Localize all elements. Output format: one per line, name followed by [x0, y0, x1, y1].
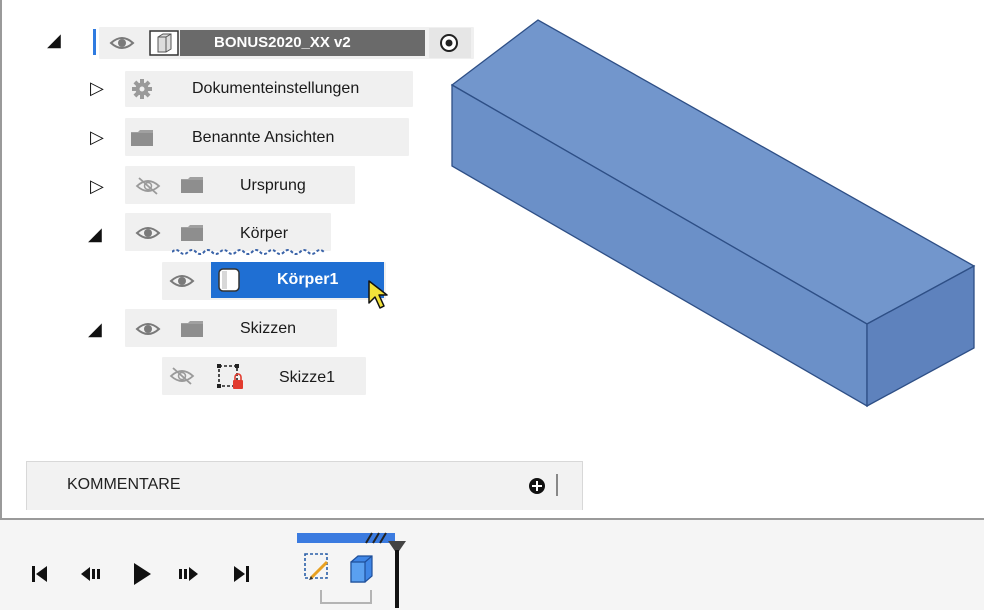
- comments-label: KOMMENTARE: [67, 476, 181, 493]
- expand-triangle-icon[interactable]: ▷: [90, 78, 104, 98]
- tree-item-label: Benannte Ansichten: [192, 129, 335, 146]
- tree-item-label: Skizzen: [240, 320, 297, 337]
- root-component-name: BONUS2020_XX v2: [214, 34, 351, 51]
- eye-hidden-icon[interactable]: [169, 366, 195, 386]
- component-icon: [149, 30, 179, 56]
- go-to-start-icon[interactable]: [30, 564, 50, 584]
- collapse-triangle-icon[interactable]: ◢: [47, 30, 61, 50]
- active-component-marker: [93, 29, 96, 55]
- eye-hidden-icon[interactable]: [135, 176, 161, 196]
- tree-item-label: Ursprung: [240, 177, 306, 194]
- add-comment-icon[interactable]: [528, 477, 546, 495]
- eye-icon[interactable]: [135, 319, 161, 339]
- 3d-body-koerper1[interactable]: [440, 14, 980, 419]
- collapse-triangle-icon[interactable]: ◢: [88, 224, 102, 244]
- eye-icon[interactable]: [135, 223, 161, 243]
- folder-icon: [180, 320, 204, 338]
- expand-triangle-icon[interactable]: ▷: [90, 127, 104, 147]
- tree-item-label: Körper: [240, 225, 289, 242]
- gear-icon: [131, 78, 153, 100]
- eye-icon[interactable]: [169, 271, 195, 291]
- eye-icon[interactable]: [109, 33, 135, 53]
- tree-item-label: Skizze1: [279, 369, 336, 386]
- cursor-arrow-icon: [367, 279, 393, 311]
- tree-item-label: Körper1: [277, 271, 339, 288]
- timeline-marker-handle[interactable]: [387, 540, 407, 615]
- sketch-feature-icon[interactable]: [303, 552, 333, 582]
- go-to-end-icon[interactable]: [231, 564, 251, 584]
- folder-icon: [180, 224, 204, 242]
- expand-triangle-icon[interactable]: ▷: [90, 176, 104, 196]
- folder-icon: [180, 176, 204, 194]
- tree-item-label: Dokumenteinstellungen: [192, 80, 360, 97]
- extrude-feature-icon[interactable]: [346, 552, 376, 584]
- collapse-triangle-icon[interactable]: ◢: [88, 319, 102, 339]
- root-name-bar[interactable]: BONUS2020_XX v2: [180, 30, 425, 56]
- body-icon: [217, 267, 241, 293]
- tree-item-koerper1-selected[interactable]: Körper1: [211, 262, 384, 298]
- drop-target-underline: [171, 243, 328, 261]
- step-back-icon[interactable]: [79, 564, 101, 584]
- folder-icon: [130, 129, 154, 147]
- step-forward-icon[interactable]: [178, 564, 200, 584]
- timeline-group-bracket: [320, 590, 372, 604]
- browser-panel-border: [0, 0, 2, 518]
- sketch-icon: [216, 363, 246, 391]
- play-icon[interactable]: [131, 561, 153, 587]
- panel-resize-handle[interactable]: [556, 474, 558, 496]
